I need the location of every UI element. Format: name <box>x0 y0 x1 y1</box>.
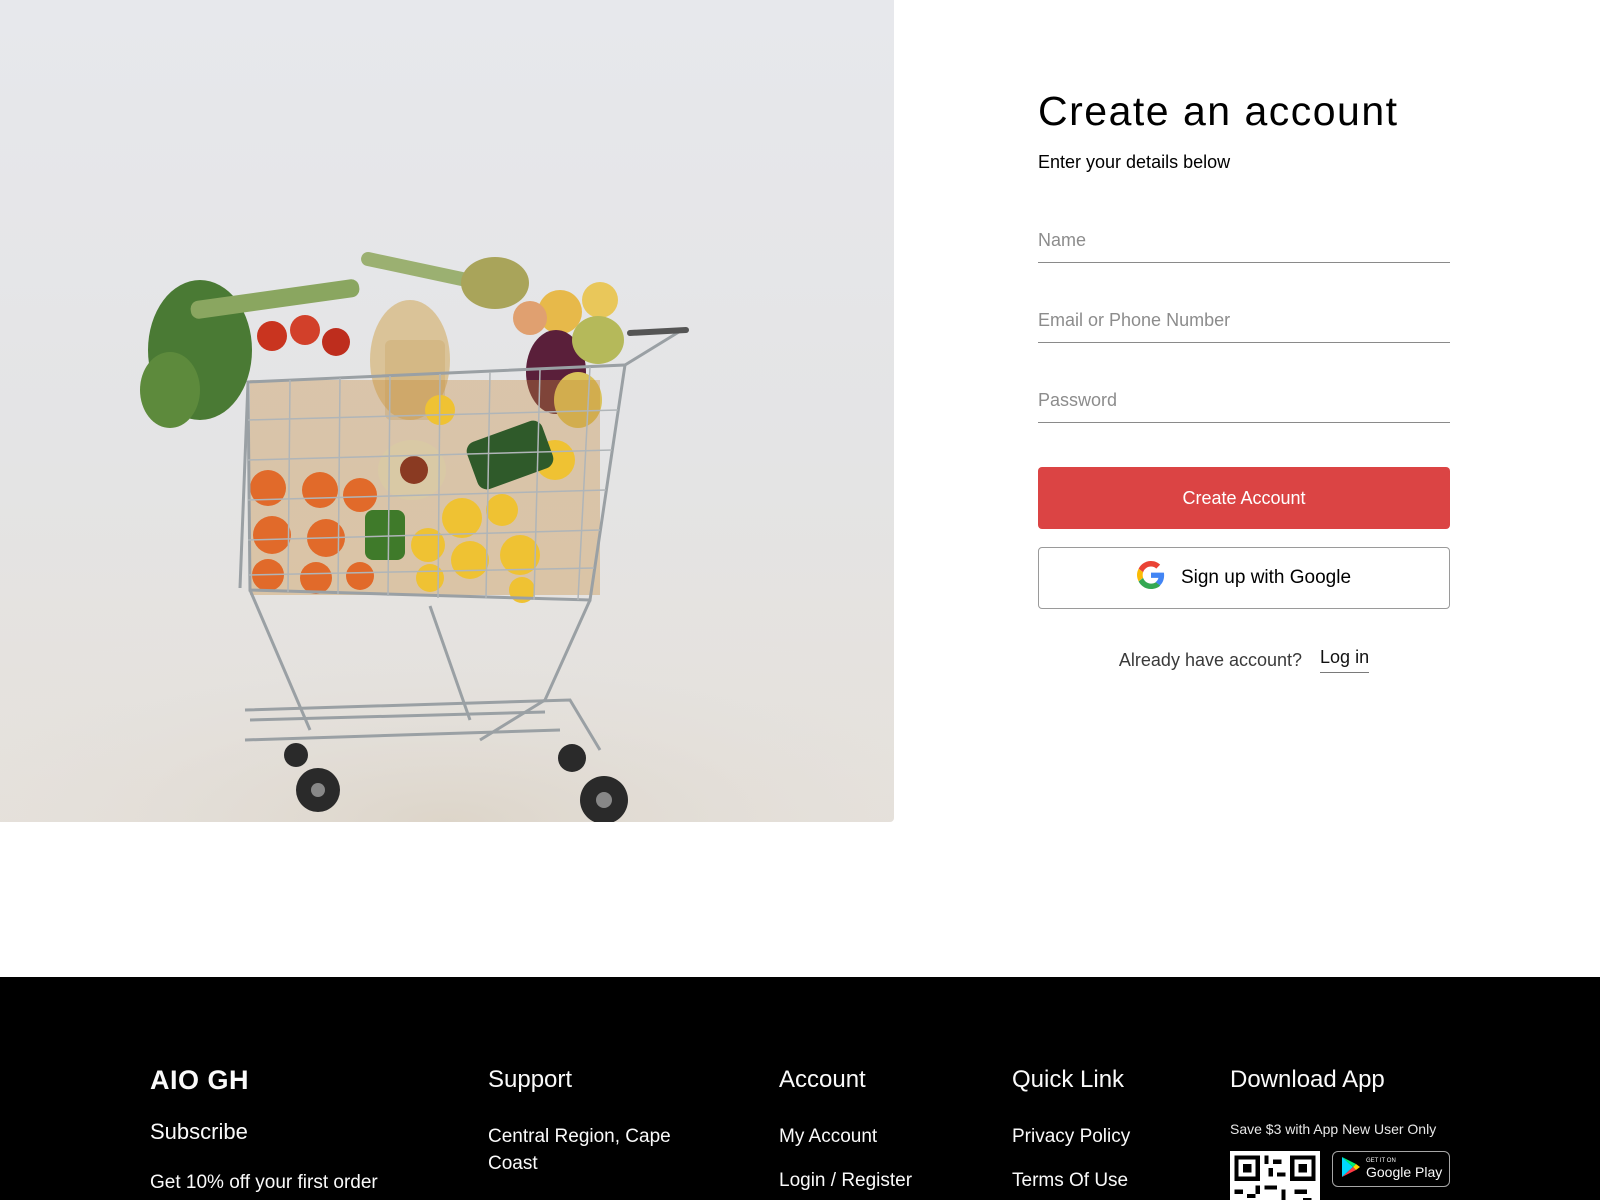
subscribe-text: Get 10% off your first order <box>150 1172 378 1193</box>
footer-account-column: Account My Account Login / Register <box>779 1065 912 1194</box>
footer-support-column: Support Central Region, Cape Coast <box>488 1065 718 1177</box>
have-account-text: Already have account? <box>1118 649 1303 670</box>
support-heading: Support <box>488 1066 573 1093</box>
google-play-text: GET IT ON Google Play <box>1366 1158 1442 1180</box>
download-heading: Download App <box>1230 1066 1385 1093</box>
app-badges: GET IT ON Google Play <box>1230 1151 1450 1200</box>
login-link[interactable]: Log in <box>1320 647 1370 673</box>
terms-of-use-link[interactable]: Terms Of Use <box>1012 1167 1130 1194</box>
app-promo-text: Save $3 with App New User Only <box>1230 1121 1437 1137</box>
footer-brand-column: AIO GH Subscribe Get 10% off your first … <box>150 1065 378 1196</box>
account-heading: Account <box>779 1066 866 1093</box>
create-account-button[interactable]: Create Account <box>1038 467 1450 529</box>
hero-image <box>0 0 894 822</box>
qr-code <box>1230 1151 1320 1200</box>
brand-logo[interactable]: AIO GH <box>150 1065 378 1095</box>
google-icon <box>1136 561 1165 595</box>
quicklink-heading: Quick Link <box>1012 1066 1125 1093</box>
play-store-icon <box>1341 1156 1361 1183</box>
subscribe-heading: Subscribe <box>150 1119 248 1144</box>
name-input[interactable] <box>1038 219 1450 261</box>
login-register-link[interactable]: Login / Register <box>779 1167 912 1194</box>
support-address: Central Region, Cape Coast <box>488 1126 671 1174</box>
footer: AIO GH Subscribe Get 10% off your first … <box>0 977 1600 1200</box>
badge-big-text: Google Play <box>1366 1164 1443 1180</box>
create-account-label: Create Account <box>1182 487 1306 508</box>
password-input[interactable] <box>1038 379 1450 421</box>
grocery-cart-illustration <box>0 252 894 822</box>
login-prompt: Already have account? Log in <box>1038 647 1450 673</box>
google-play-badge[interactable]: GET IT ON Google Play <box>1332 1151 1450 1187</box>
footer-quicklink-column: Quick Link Privacy Policy Terms Of Use <box>1012 1065 1130 1194</box>
name-field <box>1038 219 1450 263</box>
email-field <box>1038 299 1450 343</box>
page-subtitle: Enter your details below <box>1038 152 1231 172</box>
password-field <box>1038 379 1450 423</box>
footer-download-column: Download App Save $3 with App New User O… <box>1230 1065 1450 1200</box>
page-title: Create an account <box>1038 88 1399 134</box>
google-signup-button[interactable]: Sign up with Google <box>1038 547 1450 609</box>
signup-form: Create an account Enter your details bel… <box>1038 84 1450 673</box>
my-account-link[interactable]: My Account <box>779 1123 912 1150</box>
google-signup-label: Sign up with Google <box>1180 567 1352 588</box>
email-input[interactable] <box>1038 299 1450 341</box>
privacy-policy-link[interactable]: Privacy Policy <box>1012 1123 1130 1150</box>
